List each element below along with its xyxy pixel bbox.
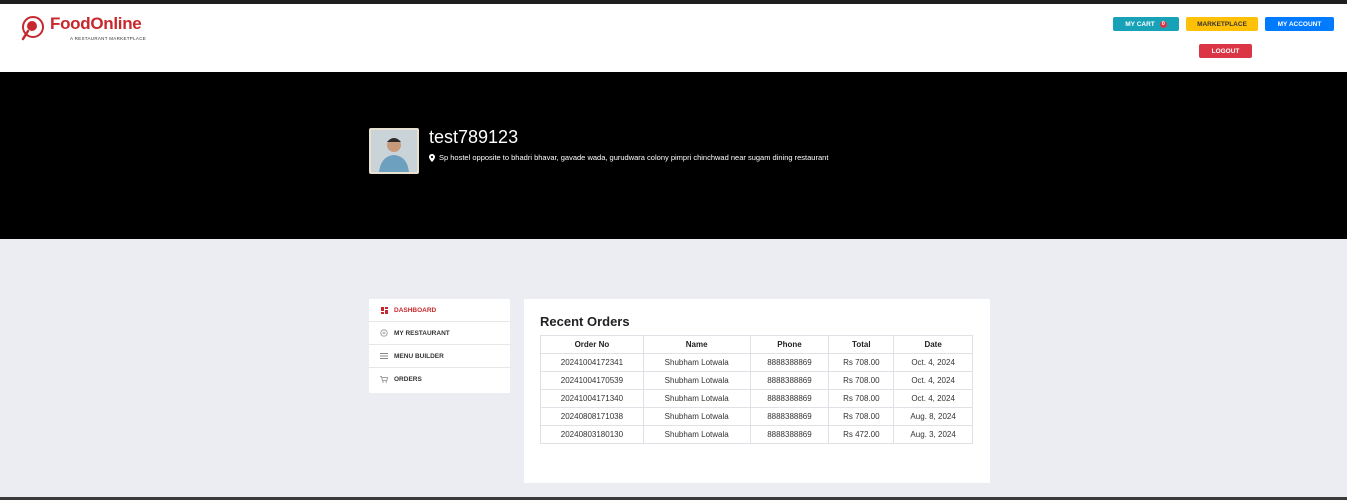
- sidebar-item-label: MENU BUILDER: [394, 352, 444, 360]
- date-cell: Oct. 4, 2024: [893, 389, 973, 408]
- date-cell: Aug. 8, 2024: [893, 407, 973, 426]
- my-account-button[interactable]: MY ACCOUNT: [1265, 17, 1334, 31]
- name-cell: Shubham Lotwala: [642, 389, 751, 408]
- name-cell: Shubham Lotwala: [642, 371, 751, 390]
- map-marker-icon: [429, 153, 435, 162]
- column-header-name: Name: [642, 335, 751, 354]
- total-cell: Rs 708.00: [828, 353, 895, 372]
- sidebar-item-orders[interactable]: ORDERS: [369, 368, 510, 391]
- table-row[interactable]: 20241004171340 Shubham Lotwala 888838886…: [540, 389, 973, 408]
- phone-cell: 8888388869: [749, 389, 830, 408]
- sidebar-item-my-restaurant[interactable]: MY RESTAURANT: [369, 322, 510, 345]
- date-cell: Oct. 4, 2024: [893, 353, 973, 372]
- profile-cover: test789123 Sp hostel opposite to bhadri …: [0, 72, 1347, 239]
- order-no-cell: 20241004172341: [540, 353, 644, 372]
- logo-icon: [21, 16, 44, 41]
- column-header-order-no: Order No: [540, 335, 644, 354]
- phone-cell: 8888388869: [749, 353, 830, 372]
- column-header-date: Date: [893, 335, 973, 354]
- total-cell: Rs 708.00: [828, 389, 895, 408]
- my-cart-button[interactable]: MY CART 0: [1113, 17, 1179, 31]
- table-header-row: Order No Name Phone Total Date: [540, 335, 973, 354]
- total-cell: Rs 472.00: [828, 425, 895, 444]
- total-cell: Rs 708.00: [828, 407, 895, 426]
- restaurant-name: test789123: [429, 127, 519, 147]
- table-row[interactable]: 20241004172341 Shubham Lotwala 888838886…: [540, 353, 973, 372]
- restaurant-address: Sp hostel opposite to bhadri bhavar, gav…: [429, 153, 828, 162]
- restaurant-icon: [380, 329, 388, 337]
- orders-table: Order No Name Phone Total Date 202410041…: [540, 335, 973, 444]
- avatar-image: [371, 130, 417, 172]
- dashboard-icon: [380, 306, 388, 314]
- column-header-total: Total: [828, 335, 895, 354]
- my-cart-label: MY CART: [1125, 20, 1155, 28]
- order-no-cell: 20241004171340: [540, 389, 644, 408]
- name-cell: Shubham Lotwala: [642, 353, 751, 372]
- date-cell: Oct. 4, 2024: [893, 371, 973, 390]
- brand-name: FoodOnline: [50, 14, 142, 33]
- cart-icon: [380, 376, 388, 384]
- site-header: FoodOnline A RESTAURANT MARKETPLACE MY C…: [0, 4, 1347, 72]
- vendor-sidebar: DASHBOARD MY RESTAURANT MENU BUILDER ORD…: [369, 299, 510, 393]
- sidebar-item-label: DASHBOARD: [394, 306, 437, 314]
- sidebar-item-menu-builder[interactable]: MENU BUILDER: [369, 345, 510, 368]
- logout-button[interactable]: LOGOUT: [1199, 44, 1252, 58]
- order-no-cell: 20240803180130: [540, 425, 644, 444]
- order-no-cell: 20240808171038: [540, 407, 644, 426]
- menu-icon: [380, 352, 388, 360]
- phone-cell: 8888388869: [749, 371, 830, 390]
- date-cell: Aug. 3, 2024: [893, 425, 973, 444]
- sidebar-item-label: MY RESTAURANT: [394, 329, 450, 337]
- sidebar-item-dashboard[interactable]: DASHBOARD: [369, 299, 510, 322]
- name-cell: Shubham Lotwala: [642, 407, 751, 426]
- recent-orders-panel: Recent Orders Order No Name Phone Total …: [524, 299, 990, 483]
- restaurant-avatar: [369, 128, 419, 174]
- column-header-phone: Phone: [749, 335, 830, 354]
- total-cell: Rs 708.00: [828, 371, 895, 390]
- table-row[interactable]: 20241004170539 Shubham Lotwala 888838886…: [540, 371, 973, 390]
- marketplace-button[interactable]: MARKETPLACE: [1186, 17, 1258, 31]
- brand-logo[interactable]: FoodOnline A RESTAURANT MARKETPLACE: [20, 12, 150, 46]
- table-row[interactable]: 20240808171038 Shubham Lotwala 888838886…: [540, 407, 973, 426]
- panel-title: Recent Orders: [540, 314, 630, 329]
- brand-tagline: A RESTAURANT MARKETPLACE: [70, 36, 147, 41]
- cart-count-badge: 0: [1159, 20, 1167, 28]
- phone-cell: 8888388869: [749, 407, 830, 426]
- phone-cell: 8888388869: [749, 425, 830, 444]
- sidebar-item-label: ORDERS: [394, 376, 422, 383]
- name-cell: Shubham Lotwala: [642, 425, 751, 444]
- table-row[interactable]: 20240803180130 Shubham Lotwala 888838886…: [540, 425, 973, 444]
- order-no-cell: 20241004170539: [540, 371, 644, 390]
- address-text: Sp hostel opposite to bhadri bhavar, gav…: [439, 153, 829, 162]
